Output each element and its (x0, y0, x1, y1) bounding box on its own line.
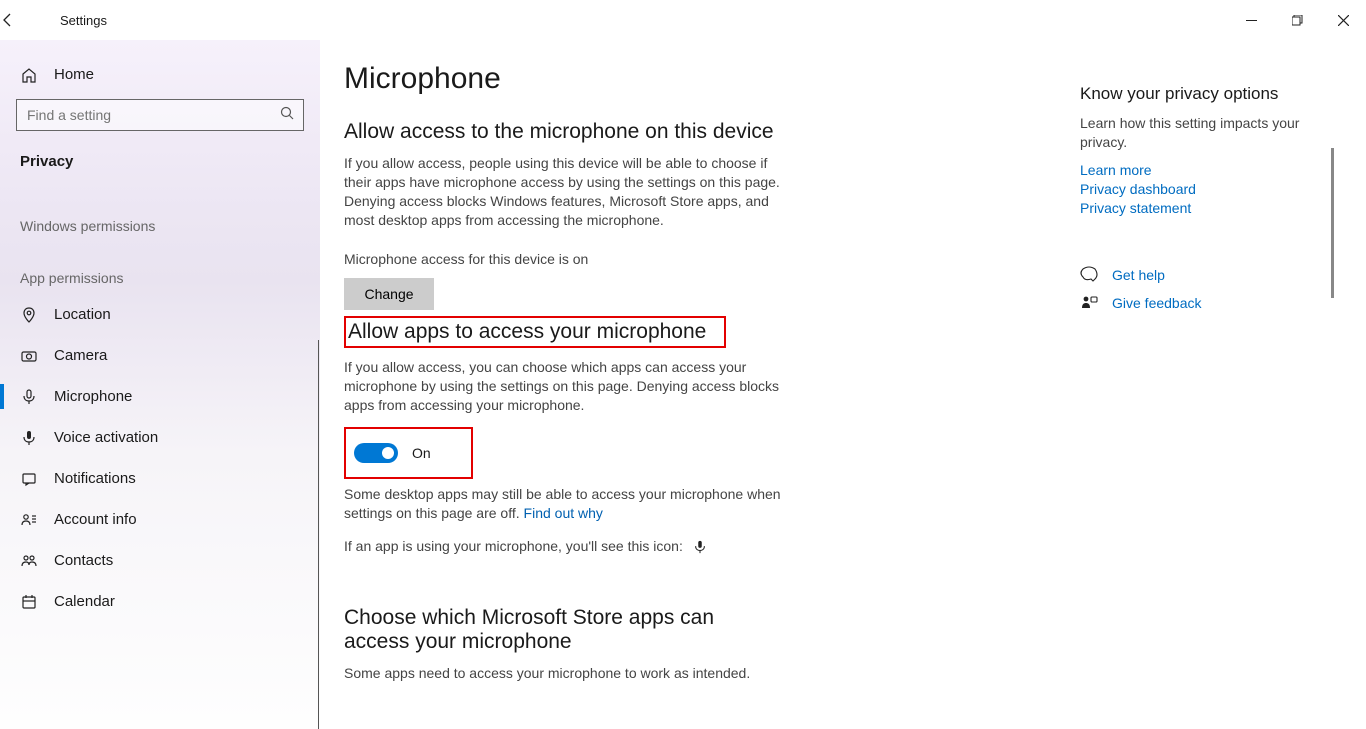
link-privacy-dashboard[interactable]: Privacy dashboard (1080, 181, 1340, 197)
account-info-icon (20, 512, 38, 528)
section-device-access-title: Allow access to the microphone on this d… (344, 120, 1056, 144)
title-bar: Settings (0, 0, 1366, 40)
sidebar-item-label: Account info (54, 511, 137, 528)
link-learn-more[interactable]: Learn more (1080, 162, 1340, 178)
find-out-why-link[interactable]: Find out why (524, 505, 603, 521)
sidebar-item-label: Contacts (54, 552, 113, 569)
section-device-access-body: If you allow access, people using this d… (344, 154, 784, 230)
feedback-label: Give feedback (1112, 295, 1202, 311)
help-icon (1080, 266, 1098, 284)
sidebar-item-location[interactable]: Location (16, 294, 304, 335)
voice-icon (20, 430, 38, 446)
help-row[interactable]: Get help (1080, 266, 1340, 284)
section-store-apps-body: Some apps need to access your microphone… (344, 664, 784, 683)
sidebar-item-account-info[interactable]: Account info (16, 499, 304, 540)
window-title: Settings (48, 13, 107, 28)
sidebar-item-voice-activation[interactable]: Voice activation (16, 417, 304, 458)
sidebar-item-camera[interactable]: Camera (16, 335, 304, 376)
sidebar-item-label: Camera (54, 347, 107, 364)
home-icon (20, 67, 38, 83)
sidebar-item-contacts[interactable]: Contacts (16, 540, 304, 581)
sidebar-list: Location Camera Microphone Voice activat… (16, 294, 304, 622)
mic-in-use-note: If an app is using your microphone, you'… (344, 537, 784, 556)
device-access-status: Microphone access for this device is on (344, 250, 784, 269)
sidebar-item-notifications[interactable]: Notifications (16, 458, 304, 499)
search-box (16, 99, 304, 131)
sidebar-item-label: Calendar (54, 593, 115, 610)
nav-home-label: Home (54, 66, 94, 83)
back-button[interactable] (0, 12, 48, 28)
app-access-toggle[interactable] (354, 443, 398, 463)
minimize-button[interactable] (1228, 0, 1274, 40)
microphone-status-icon (687, 540, 707, 554)
close-button[interactable] (1320, 0, 1366, 40)
link-privacy-statement[interactable]: Privacy statement (1080, 200, 1340, 216)
page-title: Microphone (344, 62, 1056, 96)
search-input[interactable] (16, 99, 304, 131)
section-app-access-body: If you allow access, you can choose whic… (344, 358, 784, 415)
sidebar-item-label: Microphone (54, 388, 132, 405)
maximize-button[interactable] (1274, 0, 1320, 40)
nav-home[interactable]: Home (16, 58, 304, 99)
sidebar-item-calendar[interactable]: Calendar (16, 581, 304, 622)
location-icon (20, 307, 38, 323)
sidebar-section-windows-permissions[interactable]: Windows permissions (16, 210, 304, 242)
sidebar-item-microphone[interactable]: Microphone (16, 376, 304, 417)
right-heading: Know your privacy options (1080, 84, 1340, 104)
sidebar-section-app-permissions[interactable]: App permissions (16, 262, 304, 294)
camera-icon (20, 348, 38, 364)
section-store-apps-title: Choose which Microsoft Store apps can ac… (344, 606, 774, 654)
change-button[interactable]: Change (344, 278, 434, 310)
sidebar-item-label: Voice activation (54, 429, 158, 446)
notifications-icon (20, 471, 38, 487)
microphone-icon (20, 389, 38, 405)
desktop-apps-note: Some desktop apps may still be able to a… (344, 485, 784, 523)
calendar-icon (20, 594, 38, 610)
section-app-access-title: Allow apps to access your microphone (344, 316, 726, 348)
contacts-icon (20, 553, 38, 569)
sidebar-item-label: Location (54, 306, 111, 323)
sidebar-heading: Privacy (16, 153, 304, 170)
right-body: Learn how this setting impacts your priv… (1080, 114, 1300, 152)
right-panel: Know your privacy options Learn how this… (1080, 40, 1360, 729)
help-label: Get help (1112, 267, 1165, 283)
main-content: Microphone Allow access to the microphon… (320, 40, 1080, 729)
sidebar-divider (318, 340, 319, 729)
app-access-toggle-state: On (412, 445, 431, 461)
sidebar: Home Privacy Windows permissions App per… (0, 40, 320, 729)
app-access-toggle-container: On (344, 427, 473, 479)
right-scrollbar[interactable] (1331, 148, 1334, 298)
sidebar-item-label: Notifications (54, 470, 136, 487)
feedback-row[interactable]: Give feedback (1080, 294, 1340, 312)
feedback-icon (1080, 294, 1098, 312)
search-icon (280, 106, 294, 120)
